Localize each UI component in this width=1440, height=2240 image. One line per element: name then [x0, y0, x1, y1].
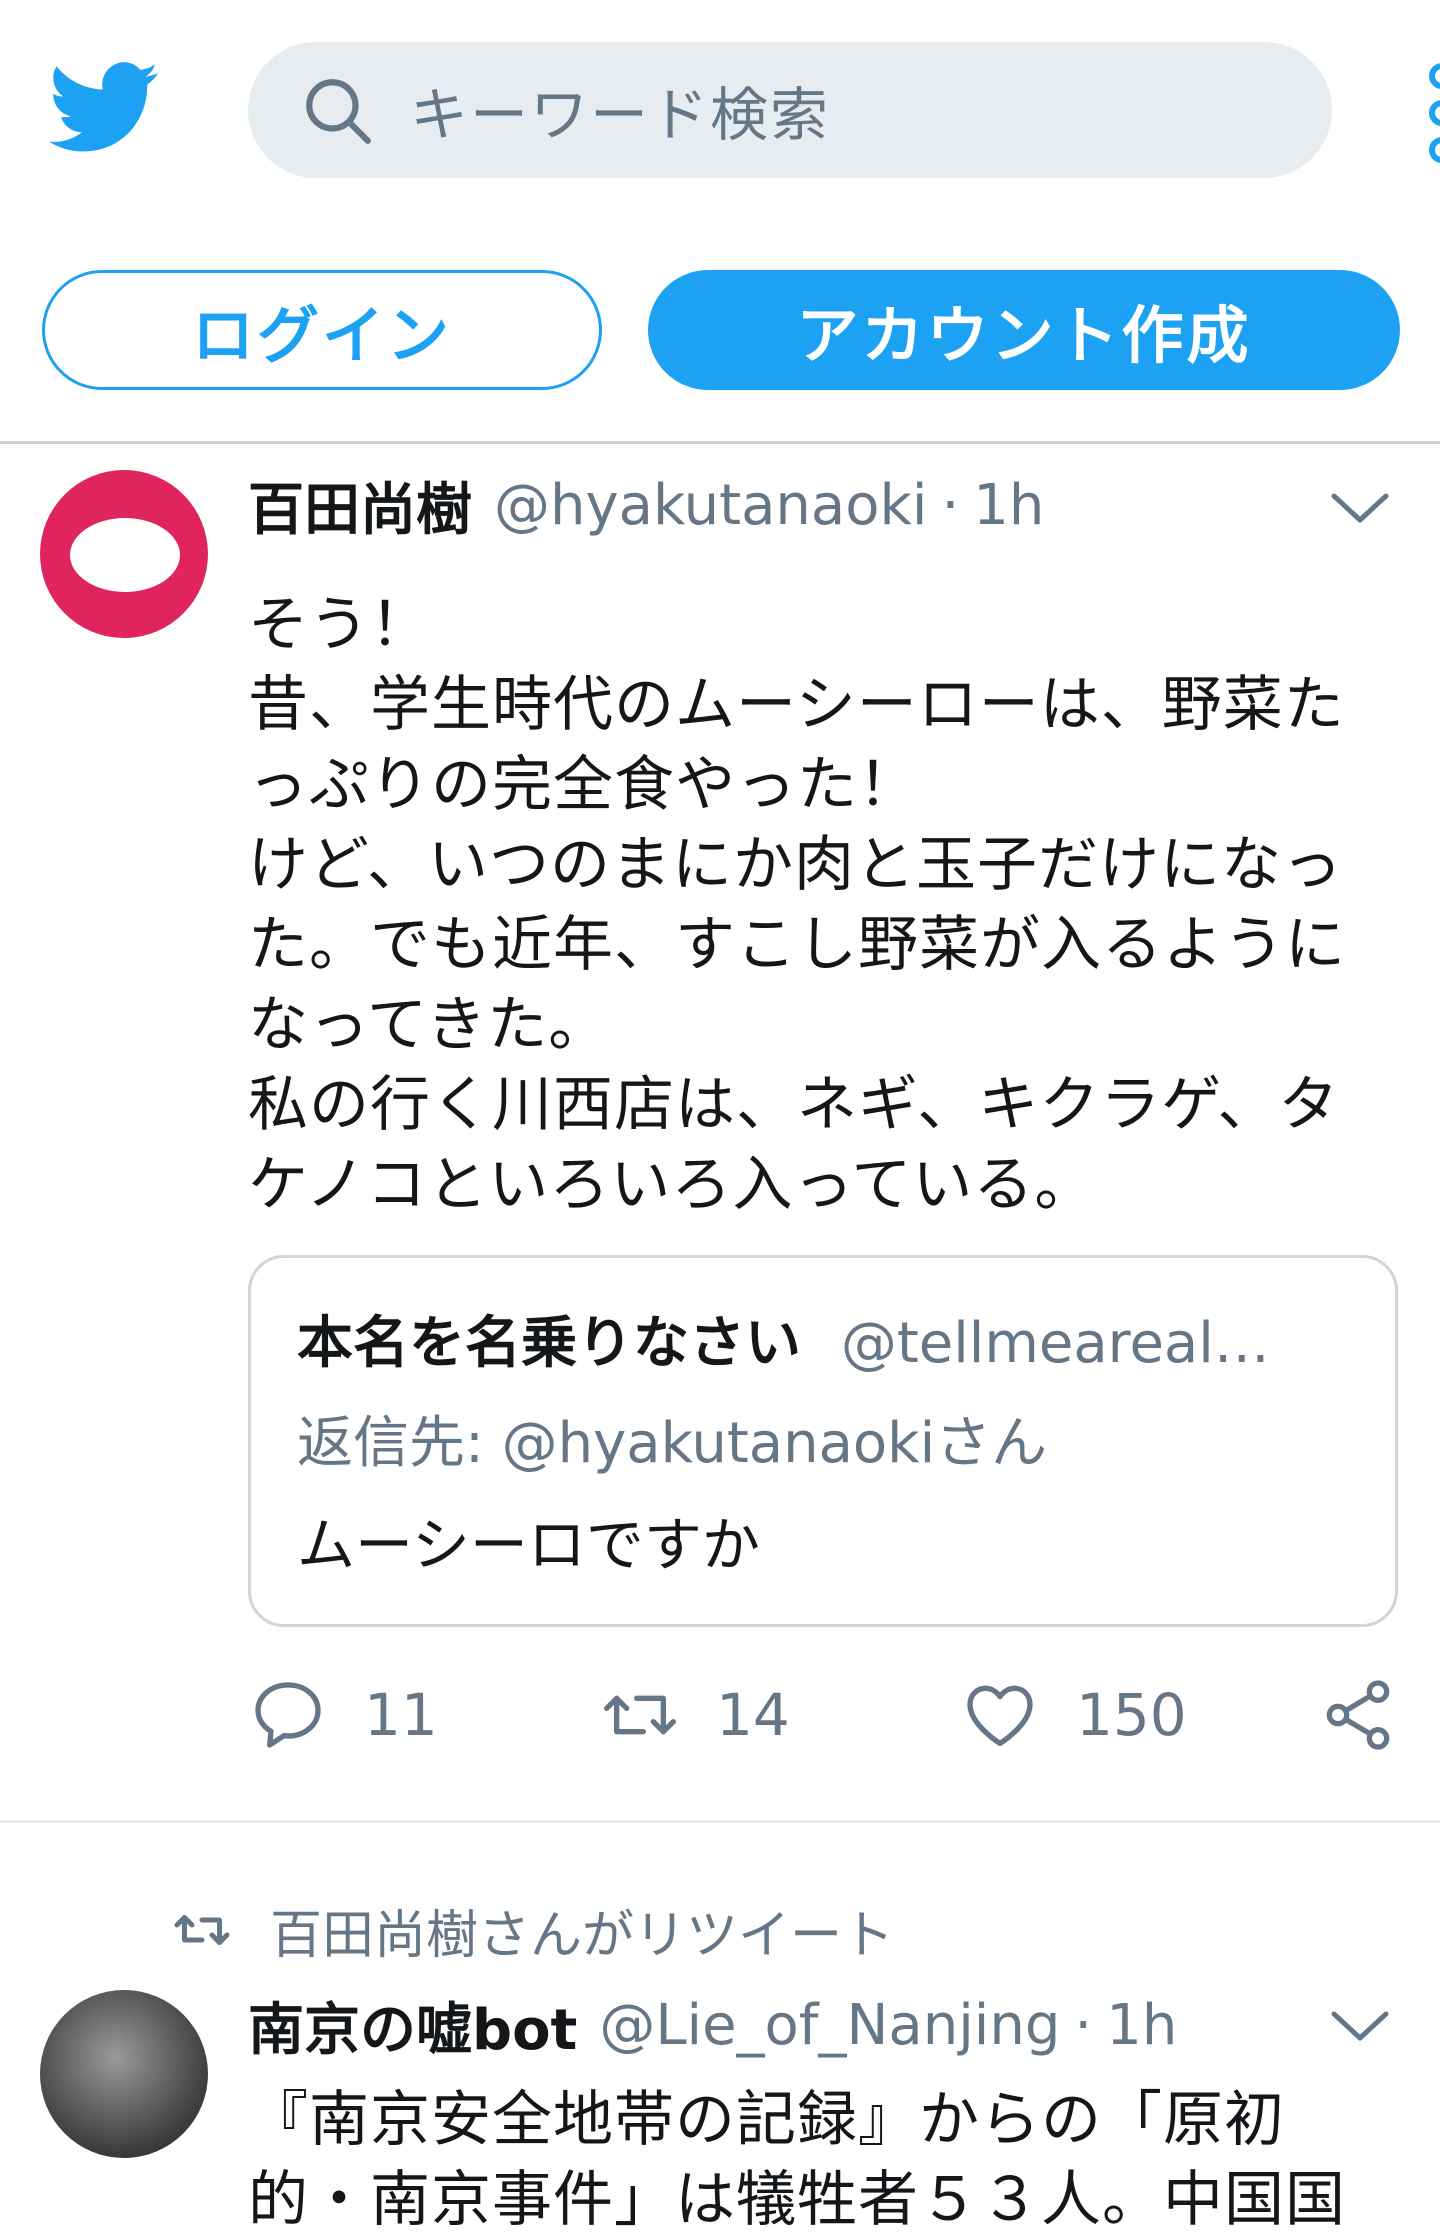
retweet-small-icon — [174, 1915, 230, 1945]
quoted-tweet-header: 本名を名乗りなさい @tellmeareal… — [297, 1298, 1270, 1379]
tweet-timestamp[interactable]: 1h — [973, 473, 1044, 538]
quoted-author-handle: @tellmeareal… — [840, 1311, 1270, 1376]
quoted-author-name: 本名を名乗りなさい — [297, 1311, 801, 1376]
tweet-author-handle[interactable]: @hyakutanaoki — [494, 473, 927, 538]
quoted-reply-context: 返信先: @hyakutanaokiさん — [297, 1398, 1047, 1479]
retweet-notice[interactable]: 百田尚樹さんがリツイート — [172, 1890, 894, 1970]
share-icon — [1326, 1680, 1390, 1750]
avatar[interactable] — [40, 470, 208, 638]
search-icon — [306, 79, 371, 144]
tweet-text-line: 私の行く川西店は、ネギ、キクラゲ、タ — [248, 1070, 1340, 1140]
tweet-author-handle[interactable]: @Lie_of_Nanjing — [599, 1993, 1060, 2058]
signup-button[interactable]: アカウント作成 — [648, 270, 1400, 390]
twitter-logo-icon[interactable] — [48, 60, 160, 156]
tweet-text-line: 昔、学生時代のムーシーローは、野菜た — [248, 670, 1345, 740]
tweet-text-line: なってきた。 — [248, 990, 610, 1060]
share-button[interactable] — [1318, 1670, 1434, 1760]
tweet-text-line: た。でも近年、すこし野菜が入るように — [248, 910, 1346, 980]
avatar[interactable] — [40, 1990, 208, 2158]
heart-icon — [967, 1685, 1033, 1746]
quoted-tweet-text: ムーシーロですか — [297, 1511, 760, 1579]
search-input[interactable]: キーワード検索 — [410, 68, 830, 152]
more-icon[interactable] — [1420, 58, 1440, 168]
reply-prefix: 返信先: — [297, 1411, 502, 1476]
like-button[interactable]: 150 — [960, 1670, 1187, 1760]
header-separator: · — [941, 472, 960, 538]
reply-count: 11 — [364, 1681, 438, 1749]
tweet-actions: 11 14 150 — [0, 1670, 1440, 1760]
tweet-header: 百田尚樹 @hyakutanaoki · 1h — [248, 465, 1044, 545]
tweet-text-line: 『南京安全地帯の記録』からの「原初 — [248, 2085, 1285, 2155]
header-divider — [0, 441, 1440, 444]
tweet-divider — [0, 1820, 1440, 1823]
retweet-icon — [604, 1695, 676, 1735]
reply-to-handle: @hyakutanaokiさん — [501, 1411, 1048, 1476]
reply-icon — [255, 1682, 321, 1748]
tweet-text: そう！ 昔、学生時代のムーシーローは、野菜た っぷりの完全食やった！ けど、いつ… — [248, 585, 1408, 1225]
tweet-author-name[interactable]: 百田尚樹 — [248, 465, 472, 546]
tweet-header: 南京の嘘bot @Lie_of_Nanjing · 1h — [248, 1985, 1177, 2065]
tweet-text-line: そう！ — [248, 590, 431, 660]
tweet-author-name[interactable]: 南京の嘘bot — [248, 1985, 577, 2066]
tweet-text-line: けど、いつのまにか肉と玉子だけになっ — [248, 830, 1343, 900]
tweet-timestamp[interactable]: 1h — [1106, 1993, 1177, 2058]
like-count: 150 — [1076, 1681, 1187, 1749]
reply-button[interactable]: 11 — [248, 1670, 438, 1760]
search-bar[interactable]: キーワード検索 — [248, 42, 1332, 178]
retweet-count: 14 — [716, 1681, 790, 1749]
quoted-tweet[interactable]: 本名を名乗りなさい @tellmeareal… 返信先: @hyakutanao… — [248, 1255, 1398, 1627]
retweet-button[interactable]: 14 — [600, 1670, 790, 1760]
login-button[interactable]: ログイン — [42, 270, 602, 390]
tweet-text: 『南京安全地帯の記録』からの「原初 的・南京事件」は犠牲者５３人。中国国 — [248, 2080, 1408, 2240]
retweet-notice-text: 百田尚樹さんがリツイート — [270, 1905, 895, 1966]
chevron-down-icon[interactable] — [1328, 2006, 1392, 2046]
chevron-down-icon[interactable] — [1328, 488, 1392, 528]
tweet-text-line: っぷりの完全食やった！ — [248, 750, 919, 820]
tweet-text-line: ケノコといろいろ入っている。 — [248, 1150, 1096, 1220]
tweet-text-line: 的・南京事件」は犠牲者５３人。中国国 — [248, 2165, 1346, 2235]
header-separator: · — [1074, 1992, 1093, 2058]
